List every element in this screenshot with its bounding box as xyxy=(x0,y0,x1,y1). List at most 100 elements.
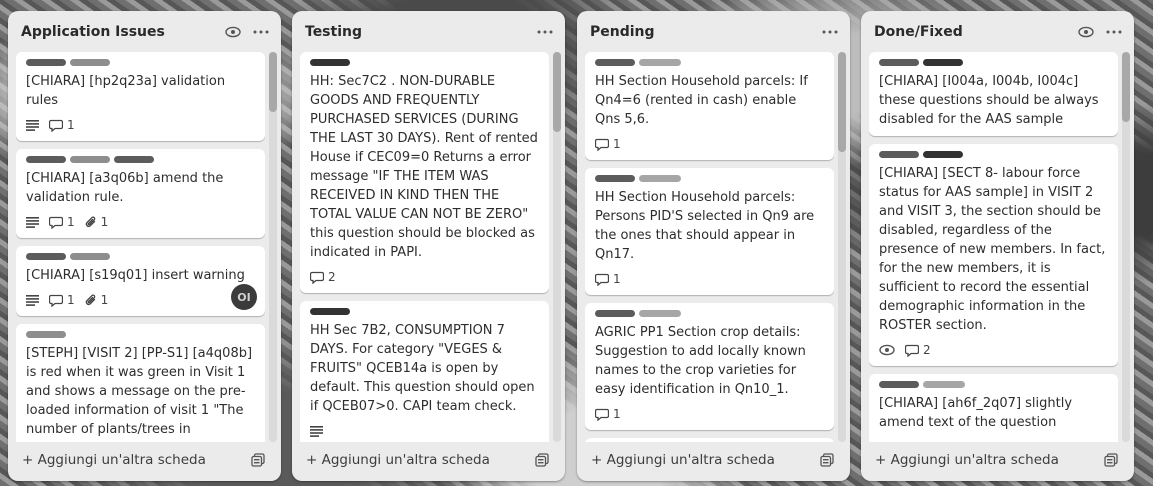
card[interactable]: HH Sec 7B2, CONSUMPTION 7 DAYS. For cate… xyxy=(300,301,549,442)
add-card-label: + Aggiungi un'altra scheda xyxy=(875,452,1059,468)
scrollbar-thumb[interactable] xyxy=(838,52,846,152)
list-title[interactable]: Testing xyxy=(305,24,527,40)
card[interactable]: [CHIARA] [ah6f_2q07] slightly amend text… xyxy=(869,374,1118,442)
comments-badge: 1 xyxy=(595,272,621,286)
card-template-icon[interactable] xyxy=(529,447,555,473)
scrollbar-thumb[interactable] xyxy=(553,52,561,132)
card[interactable]: AGRIC PP1 Section crop details: Suggesti… xyxy=(585,303,834,430)
attachments-badge: 1 xyxy=(85,215,108,229)
card-label[interactable] xyxy=(639,310,681,317)
card-label[interactable] xyxy=(879,59,919,66)
card-label[interactable] xyxy=(26,156,66,163)
card-list: [CHIARA] [hp2q23a] validation rules 1 [CHI… xyxy=(16,52,265,442)
card-title: HH: Sec7C2 . NON-DURABLE GOODS AND FREQU… xyxy=(310,74,538,260)
card-label[interactable] xyxy=(70,59,110,66)
card[interactable]: HH Section Household parcels: Persons PI… xyxy=(585,168,834,295)
description-icon xyxy=(879,441,892,442)
attachment-count: 1 xyxy=(100,293,109,307)
paperclip-icon xyxy=(85,216,97,229)
card[interactable]: [CHIARA] [a3q06b] amend the validation r… xyxy=(16,149,265,238)
card-badges: 11 xyxy=(26,291,256,309)
comment-icon xyxy=(595,408,609,421)
add-card-button[interactable]: + Aggiungi un'altra scheda xyxy=(585,446,814,474)
card[interactable]: [STEPH] [VISIT 2] [PP-S1] [a4q08b] is re… xyxy=(16,324,265,442)
card-label[interactable] xyxy=(639,175,681,182)
scrollbar-thumb[interactable] xyxy=(269,52,277,112)
list-3: Pending HH Section Household parcels: If … xyxy=(577,11,850,481)
card[interactable]: [CHIARA] [s19q01] insert warning 1 1 OI xyxy=(16,246,265,316)
card-badges: 1 xyxy=(595,405,825,423)
comment-count: 2 xyxy=(923,343,931,357)
card[interactable]: [CHIARA] [SECT 8- labour force status fo… xyxy=(869,144,1118,366)
eye-icon[interactable] xyxy=(1076,22,1096,42)
card-labels xyxy=(26,156,256,163)
card-label[interactable] xyxy=(26,331,66,338)
card-label[interactable] xyxy=(70,156,110,163)
card-label[interactable] xyxy=(879,381,919,388)
card-label[interactable] xyxy=(70,253,110,260)
card-label[interactable] xyxy=(639,59,681,66)
card-title: [CHIARA] [I004a, I004b, I004c] these que… xyxy=(879,74,1099,127)
card-label[interactable] xyxy=(114,156,154,163)
comment-count: 1 xyxy=(613,407,621,421)
card-title: [STEPH] [VISIT 2] [PP-S1] [a4q08b] is re… xyxy=(26,346,253,442)
eye-icon xyxy=(879,344,895,356)
card-label[interactable] xyxy=(310,308,350,315)
comments-badge: 1 xyxy=(595,137,621,151)
list-title[interactable]: Done/Fixed xyxy=(874,24,1068,40)
comments-badge: 2 xyxy=(905,343,931,357)
scrollbar[interactable] xyxy=(269,52,277,442)
more-icon[interactable] xyxy=(251,22,271,42)
list-title[interactable]: Pending xyxy=(590,24,812,40)
description-icon xyxy=(26,294,39,306)
scrollbar-thumb[interactable] xyxy=(1122,52,1130,122)
card-labels xyxy=(595,59,825,66)
scrollbar[interactable] xyxy=(1122,52,1130,442)
card-labels xyxy=(26,59,256,66)
card-badges xyxy=(310,422,540,440)
card[interactable]: [CHIARA] [I004a, I004b, I004c] these que… xyxy=(869,52,1118,136)
more-icon[interactable] xyxy=(1104,22,1124,42)
board: Application Issues [CHIARA] [hp2q23a] val… xyxy=(0,0,1153,486)
card-badges: 11 xyxy=(26,213,256,231)
eye-icon[interactable] xyxy=(223,22,243,42)
card[interactable]: [CHIARA] [hp2q23a] validation rules 1 xyxy=(16,52,265,141)
comment-count: 1 xyxy=(67,118,75,132)
card-list: HH Section Household parcels: If Qn4=6 (… xyxy=(585,52,834,442)
card-label[interactable] xyxy=(310,59,350,66)
scrollbar[interactable] xyxy=(838,52,846,442)
list-1: Application Issues [CHIARA] [hp2q23a] val… xyxy=(8,11,281,481)
list-header: Done/Fixed xyxy=(874,19,1124,45)
scrollbar[interactable] xyxy=(553,52,561,442)
card-label[interactable] xyxy=(923,59,963,66)
card[interactable]: HH: Sec7C2 . NON-DURABLE GOODS AND FREQU… xyxy=(300,52,549,293)
card-labels xyxy=(310,308,540,315)
card-labels xyxy=(879,59,1109,66)
card-label[interactable] xyxy=(26,59,66,66)
card-label[interactable] xyxy=(923,151,963,158)
card-badges: 2 xyxy=(310,268,540,286)
card[interactable] xyxy=(585,438,834,442)
card-label[interactable] xyxy=(595,310,635,317)
card-label[interactable] xyxy=(923,381,965,388)
card-template-icon[interactable] xyxy=(245,447,271,473)
add-card-button[interactable]: + Aggiungi un'altra scheda xyxy=(16,446,245,474)
card-template-icon[interactable] xyxy=(1098,447,1124,473)
add-card-button[interactable]: + Aggiungi un'altra scheda xyxy=(869,446,1098,474)
comment-count: 1 xyxy=(67,215,75,229)
card-label[interactable] xyxy=(595,59,635,66)
card-badges: 1 xyxy=(595,135,825,153)
card[interactable]: HH Section Household parcels: If Qn4=6 (… xyxy=(585,52,834,160)
comment-icon xyxy=(49,216,63,229)
more-icon[interactable] xyxy=(820,22,840,42)
avatar[interactable]: OI xyxy=(231,284,257,310)
card-label[interactable] xyxy=(879,151,919,158)
card-label[interactable] xyxy=(26,253,66,260)
comments-badge: 1 xyxy=(595,407,621,421)
card-template-icon[interactable] xyxy=(814,447,840,473)
attachments-badge: 1 xyxy=(85,293,109,307)
add-card-button[interactable]: + Aggiungi un'altra scheda xyxy=(300,446,529,474)
more-icon[interactable] xyxy=(535,22,555,42)
card-label[interactable] xyxy=(595,175,635,182)
list-title[interactable]: Application Issues xyxy=(21,24,215,40)
